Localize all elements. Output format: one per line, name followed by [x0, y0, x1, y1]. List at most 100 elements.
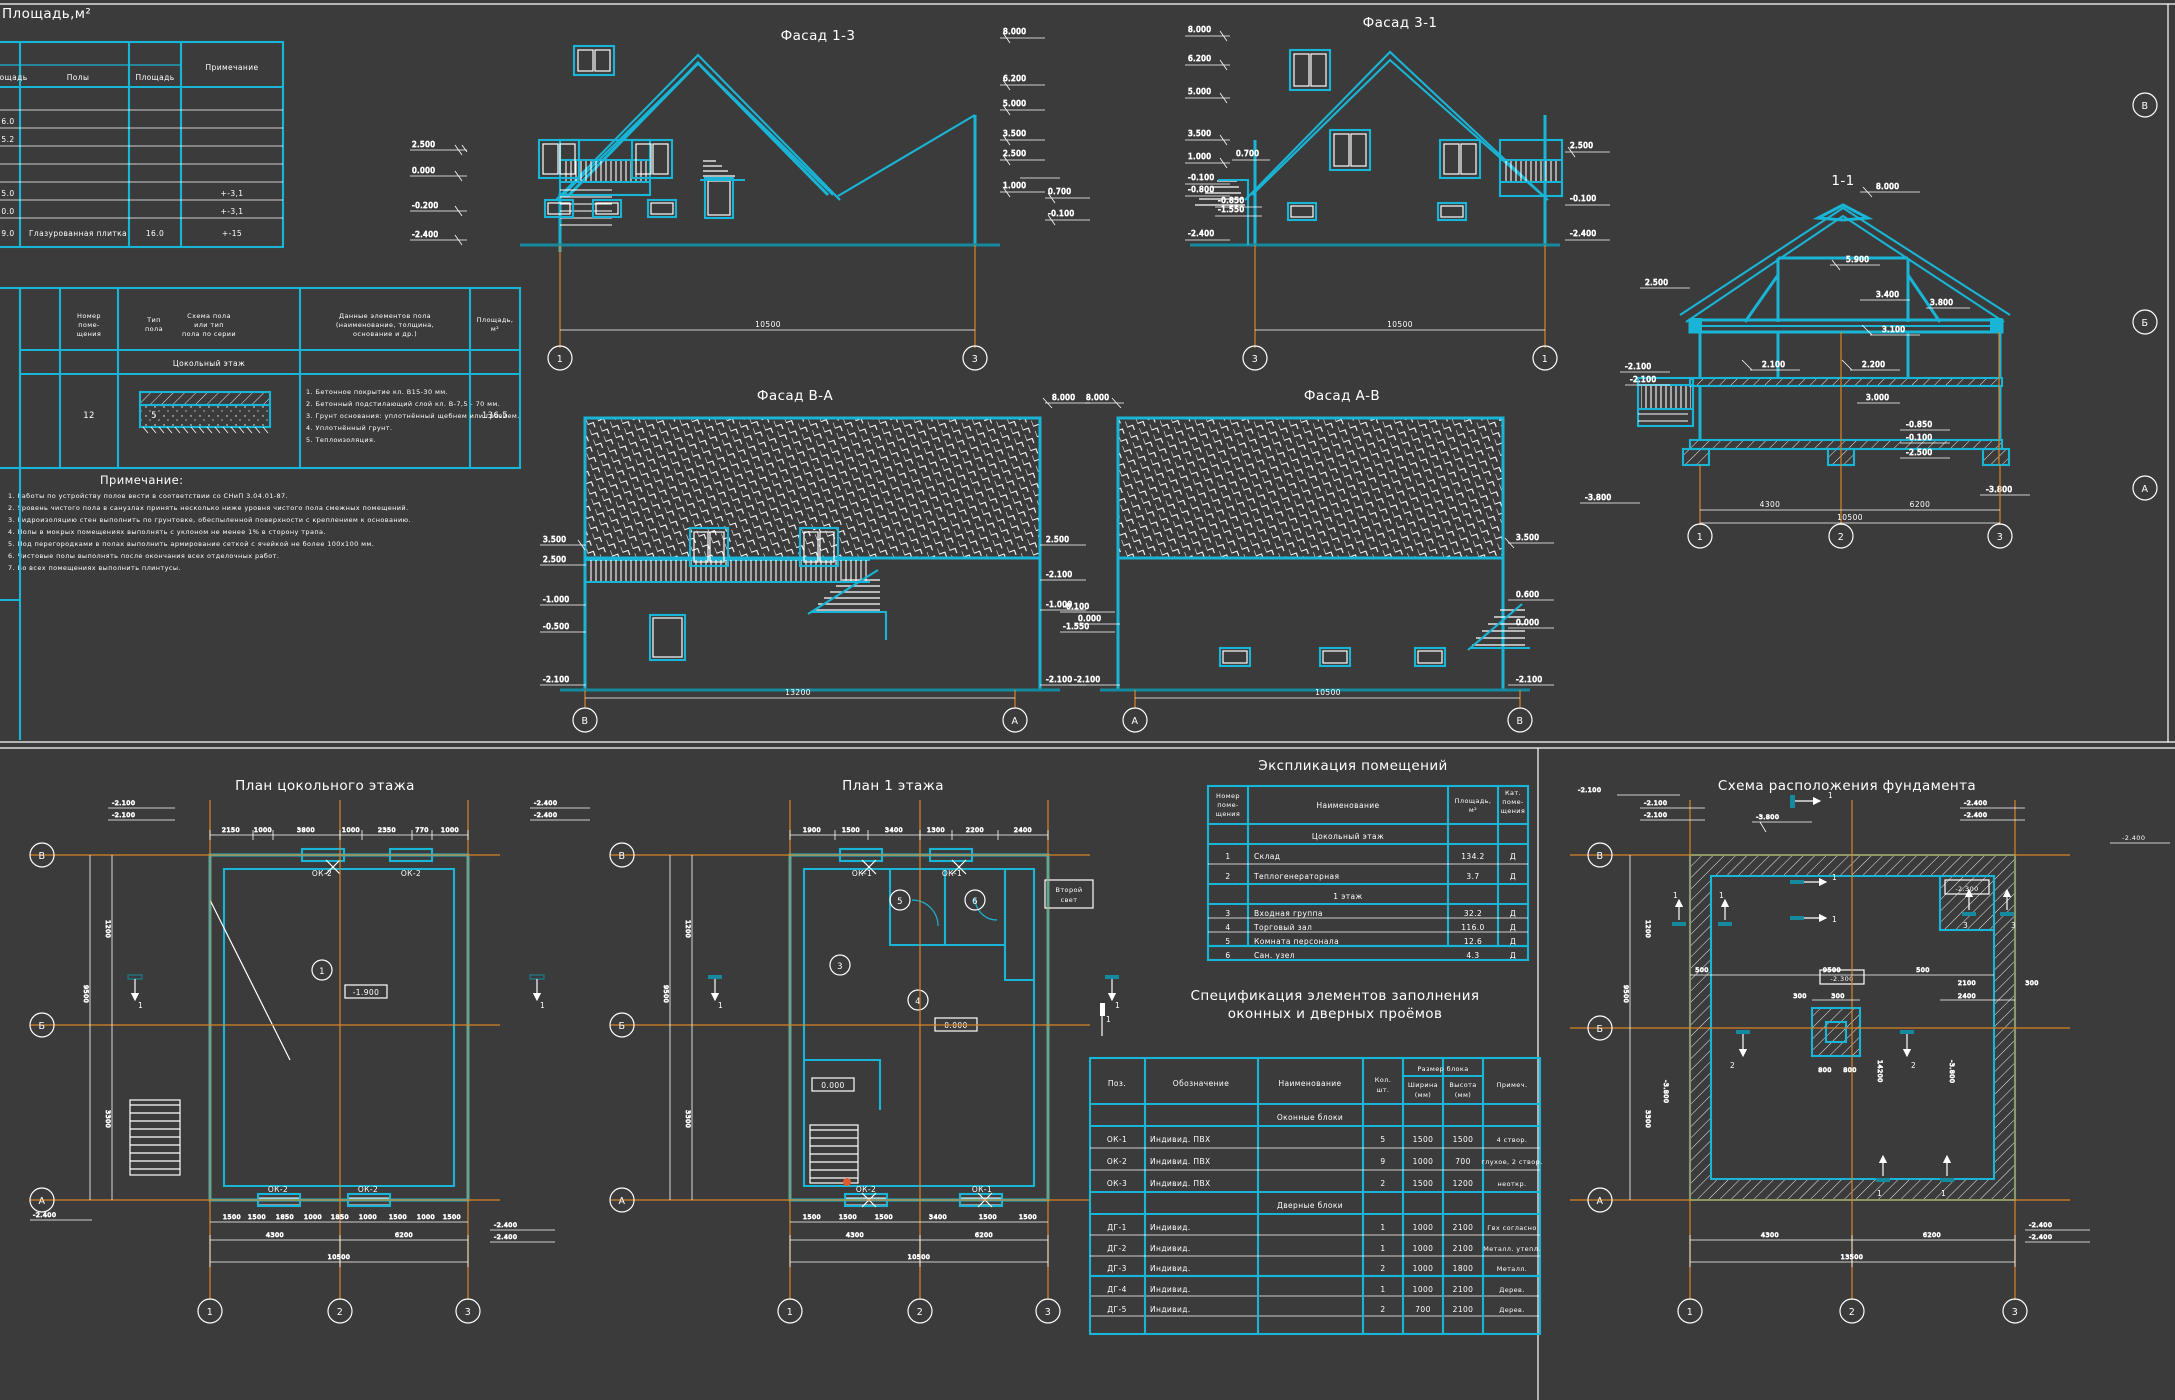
dim: 300: [1793, 992, 1807, 1000]
dim: 13200: [785, 688, 811, 697]
svg-text:-0.850: -0.850: [1906, 420, 1933, 429]
dim: 1000: [359, 1213, 377, 1221]
grid-label: В: [582, 716, 589, 727]
tr-cell: Глазурованная плитка: [29, 229, 127, 238]
level-tag: -2.400: [2029, 1221, 2052, 1229]
rs-cell: 6: [1225, 951, 1230, 960]
facade-1-3-title: Фасад 1-3: [781, 28, 856, 44]
dim: 1000: [441, 826, 459, 834]
level-tag: -2.100: [112, 811, 135, 819]
dim: 1500: [979, 1213, 997, 1221]
os-h-pos: Поз.: [1108, 1079, 1126, 1088]
dim: 6200: [395, 1231, 413, 1239]
rs-cell: 2: [1225, 872, 1230, 881]
grid-label: 2: [1849, 1307, 1855, 1318]
os-cell: Металл. утепл.: [1483, 1245, 1541, 1253]
section-label: 1: [1832, 915, 1837, 924]
svg-text:3.500: 3.500: [1516, 533, 1539, 542]
dim: 1500: [875, 1213, 893, 1221]
level-tag: -2.400: [1964, 811, 1987, 819]
ff-h-type: Тип: [146, 316, 161, 324]
os-h-mark: Обозначение: [1173, 1079, 1229, 1088]
dim: 9500: [82, 985, 90, 1003]
rs-h-num: Номер: [1216, 792, 1240, 800]
dim-main-width: 10500: [755, 320, 781, 329]
tr-cell: 0.0: [1, 207, 14, 216]
section-1-1-title: 1-1: [1831, 173, 1854, 189]
cad-drawing-sheet: Площадь,м² интерьер Площадь Полы Площадь…: [0, 0, 2175, 1400]
dim: 800: [1843, 1066, 1857, 1074]
ff-room: 12: [83, 411, 95, 421]
dim: 1900: [803, 826, 821, 834]
svg-text:или тип: или тип: [194, 321, 224, 329]
dim: 9500: [1622, 985, 1630, 1003]
dim: 1500: [248, 1213, 266, 1221]
os-cell: ДГ-4: [1107, 1285, 1127, 1294]
svg-text:3.400: 3.400: [1876, 290, 1899, 299]
dim: 14200: [1876, 1060, 1884, 1083]
os-h-h: Высота: [1449, 1081, 1476, 1089]
opening-mark: ОК-2: [401, 869, 421, 878]
level-tag: -2.300: [1830, 975, 1853, 983]
plan-floor1: План 1 этажа ОК-1 ОК-1 ОК-2 ОК-1 Второй …: [609, 778, 1120, 1324]
os-h-note: Примеч.: [1497, 1081, 1528, 1089]
svg-text:6.200: 6.200: [1003, 74, 1026, 83]
rs-h-cat: Кат.: [1505, 789, 1521, 797]
svg-text:-0.100: -0.100: [1188, 173, 1215, 182]
rs-cell: 5: [1225, 937, 1230, 946]
svg-text:-0.200: -0.200: [412, 201, 439, 210]
svg-text:пола по серии: пола по серии: [182, 330, 236, 338]
grid-label: А: [1012, 716, 1019, 727]
svg-text:5.900: 5.900: [1846, 255, 1869, 264]
level-tag: -2.400: [534, 799, 557, 807]
dim: 1850: [331, 1213, 349, 1221]
grid-label: А: [39, 1196, 46, 1207]
section-label: 1: [1719, 891, 1724, 900]
svg-text:-3.800: -3.800: [1585, 493, 1612, 502]
dim: 3300: [684, 1110, 692, 1128]
grid-label: В: [1597, 851, 1604, 862]
ff-elem-4: 4. Уплотнённый грунт.: [306, 424, 392, 432]
dim: 4300: [266, 1231, 284, 1239]
grid-label: Б: [1597, 1024, 1604, 1035]
svg-text:-2.400: -2.400: [1570, 229, 1597, 238]
dim: 1200: [1644, 920, 1652, 938]
opening-mark: ОК-2: [358, 1185, 378, 1194]
rs-cell: Торговый зал: [1253, 923, 1312, 932]
os-cell: 9: [1380, 1157, 1385, 1166]
os-cell: ДГ-2: [1107, 1244, 1127, 1253]
os-cell: ОК-1: [1107, 1135, 1127, 1144]
os-cell: Гвх согласно: [1487, 1224, 1536, 1232]
plan-floor1-dims-top: 1900 1500 3400 1300 2200 2400: [789, 826, 1049, 840]
dim: 1200: [104, 920, 112, 938]
grid-label: 2: [917, 1307, 923, 1318]
section-label: 3: [2011, 921, 2016, 930]
svg-text:3.500: 3.500: [543, 535, 566, 544]
dim: 500: [1916, 966, 1930, 974]
svg-text:-0.850: -0.850: [1218, 196, 1245, 205]
rs-cell: Входная группа: [1254, 909, 1323, 918]
dim: 13500: [1841, 1253, 1864, 1261]
grid-label: В: [2142, 101, 2149, 112]
tr-cell: +-3,1: [221, 207, 244, 216]
ff-h-room: Номер: [77, 312, 101, 320]
rs-cell: 3.7: [1466, 872, 1479, 881]
svg-text:-0.100: -0.100: [1063, 602, 1090, 611]
grid-label: 2: [337, 1307, 343, 1318]
os-cell: ОК-3: [1107, 1179, 1127, 1188]
facade-a-v-grid: А В 10500: [1122, 688, 1533, 733]
svg-text:(наименование, толщина,: (наименование, толщина,: [336, 321, 434, 329]
foundation-title: Схема расположения фундамента: [1718, 778, 1976, 794]
level-tag: -3.800: [1948, 1060, 1956, 1083]
os-h-w2: (мм): [1415, 1091, 1431, 1099]
os-h-qty2: шт.: [1376, 1086, 1389, 1094]
grid-label: 3: [1252, 354, 1258, 365]
svg-text:0.700: 0.700: [1236, 149, 1259, 158]
rs-cell: 12.6: [1464, 937, 1482, 946]
dim: 1300: [927, 826, 945, 834]
svg-text:2.500: 2.500: [543, 555, 566, 564]
grid-label: А: [1597, 1196, 1604, 1207]
os-cell: 1500: [1453, 1135, 1474, 1144]
svg-text:3.000: 3.000: [1866, 393, 1889, 402]
foundation-scheme: Схема расположения фундамента -2.300 -2.…: [1570, 778, 2090, 1324]
